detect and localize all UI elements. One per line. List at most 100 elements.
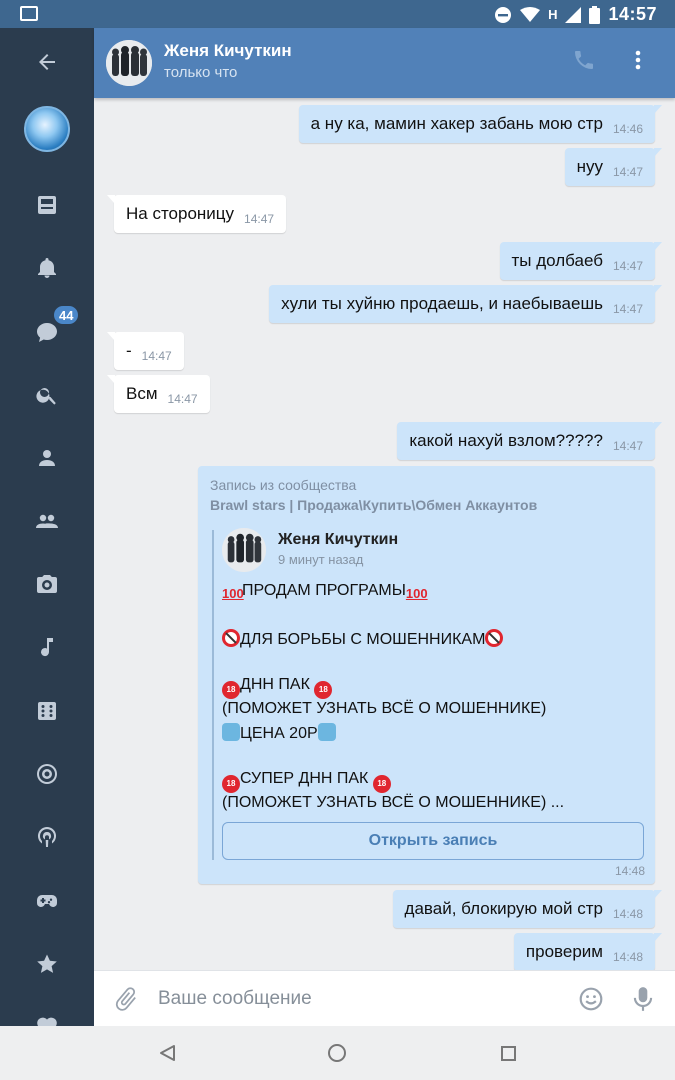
- battery-icon: [589, 5, 601, 24]
- robot-emoji-icon: [317, 723, 336, 741]
- dice-icon: [38, 702, 56, 720]
- system-home-button[interactable]: [328, 1044, 346, 1062]
- message-bubble[interactable]: проверим 14:48: [513, 933, 663, 970]
- back-button[interactable]: [0, 40, 94, 84]
- robot-emoji-icon: [222, 723, 240, 741]
- more-options-button[interactable]: [632, 48, 644, 72]
- newsfeed-icon: [38, 196, 56, 214]
- message-text: -: [126, 341, 132, 360]
- rail-favorites[interactable]: [0, 942, 94, 986]
- rail-messages[interactable]: [0, 310, 94, 354]
- message-bubble[interactable]: нуу 14:47: [564, 148, 663, 186]
- contact-status: только что: [164, 64, 238, 81]
- rail-gamepad[interactable]: [0, 879, 94, 923]
- gamepad-icon: [37, 895, 57, 907]
- message-time: 14:47: [141, 349, 172, 363]
- message-time: 14:48: [612, 950, 643, 964]
- system-navigation-bar: [0, 1026, 675, 1080]
- status-bar: H 14:57: [0, 0, 675, 28]
- message-time: 14:47: [167, 392, 198, 406]
- message-text: нуу: [576, 157, 603, 176]
- network-type: H: [548, 7, 558, 22]
- wifi-icon: [520, 6, 541, 22]
- post-line: ЦЕНА 20Р: [222, 723, 336, 743]
- message-text: какой нахуй взлом?????: [409, 431, 603, 450]
- emoji-button[interactable]: [578, 986, 604, 1012]
- no-under-18-emoji-icon: 18: [222, 775, 240, 793]
- chat-header: Женя Кичуткин только что: [94, 28, 675, 98]
- post-line: 18 СУПЕР ДНН ПАК 18: [222, 770, 391, 793]
- rail-news[interactable]: [0, 183, 94, 227]
- hundred-points-emoji-icon: 100: [405, 586, 428, 601]
- post-time-ago: 9 минут назад: [278, 552, 364, 567]
- no-under-18-emoji-icon: 18: [222, 681, 240, 699]
- star-icon: [37, 954, 57, 973]
- post-author-avatar[interactable]: [222, 528, 266, 572]
- repost-bubble[interactable]: Запись из сообщества Brawl stars | Прода…: [198, 466, 655, 884]
- contact-avatar[interactable]: [106, 40, 152, 86]
- attach-button[interactable]: [112, 985, 140, 1013]
- gallery-notification-icon: [20, 6, 38, 21]
- bell-icon: [38, 258, 56, 278]
- rail-music[interactable]: [0, 625, 94, 669]
- profile-avatar[interactable]: [24, 106, 70, 152]
- message-bubble[interactable]: хули ты хуйню продаешь, и наебываешь 14:…: [269, 285, 662, 323]
- message-bubble[interactable]: давай, блокирую мой стр 14:48: [392, 890, 663, 928]
- rail-live[interactable]: [0, 752, 94, 796]
- post-line: 18 ДНН ПАК 18: [222, 676, 333, 699]
- message-text: ты долбаеб: [511, 251, 603, 270]
- post-author-name[interactable]: Женя Кичуткин: [278, 531, 398, 549]
- no-under-18-emoji-icon: 18: [314, 681, 333, 699]
- message-bubble[interactable]: Всм 14:47: [107, 375, 210, 413]
- status-time: 14:57: [608, 4, 657, 24]
- rail-friends[interactable]: [0, 499, 94, 543]
- message-time: 14:47: [244, 212, 275, 226]
- message-bubble[interactable]: - 14:47: [107, 332, 184, 370]
- composer: Ваше сообщение: [94, 970, 675, 1026]
- quote-bar: [212, 530, 214, 860]
- post-line: ДЛЯ БОРЬБЫ С МОШЕННИКАМ: [222, 629, 504, 649]
- person-icon: [39, 450, 55, 466]
- message-text: проверим: [525, 942, 603, 961]
- search-icon: [36, 388, 56, 405]
- contact-name[interactable]: Женя Кичуткин: [164, 41, 292, 61]
- message-time: 14:47: [612, 302, 643, 316]
- message-bubble[interactable]: На стороницу 14:47: [106, 195, 287, 233]
- no-pedestrians-emoji-icon: [485, 629, 504, 647]
- system-recents-button[interactable]: [501, 1046, 516, 1061]
- rail-photos[interactable]: [0, 562, 94, 606]
- message-input[interactable]: Ваше сообщение: [158, 988, 312, 1010]
- message-time: 14:47: [612, 439, 643, 453]
- side-navigation: 44: [0, 28, 94, 1035]
- rail-games[interactable]: [0, 689, 94, 733]
- app-root: H 14:57 44 Женя Кичуткин только что а ну…: [0, 0, 675, 1080]
- rail-notifications[interactable]: [0, 246, 94, 290]
- message-list[interactable]: а ну ка, мамин хакер забань мою стр 14:4…: [94, 98, 675, 970]
- hundred-points-emoji-icon: 100: [222, 586, 244, 601]
- message-bubble[interactable]: а ну ка, мамин хакер забань мою стр 14:4…: [298, 105, 663, 143]
- message-text: На стороницу: [126, 204, 235, 223]
- rail-podcasts[interactable]: [0, 815, 94, 859]
- post-line: (ПОМОЖЕТ УЗНАТЬ ВСЁ О МОШЕННИКЕ) ...: [222, 794, 565, 811]
- message-text: а ну ка, мамин хакер забань мою стр: [310, 114, 603, 133]
- post-line: 100ПРОДАМ ПРОГРАМЫ100: [222, 582, 428, 601]
- call-button[interactable]: [572, 48, 596, 72]
- do-not-disturb-icon: [495, 6, 512, 23]
- repost-group-name[interactable]: Brawl stars | Продажа\Купить\Обмен Аккау…: [210, 497, 537, 513]
- people-icon: [36, 514, 58, 528]
- repost-label: Запись из сообщества: [210, 477, 357, 493]
- message-time: 14:47: [612, 259, 643, 273]
- message-time: 14:48: [612, 907, 643, 921]
- microphone-button[interactable]: [630, 985, 656, 1013]
- rail-profile[interactable]: [0, 436, 94, 480]
- rail-search[interactable]: [0, 373, 94, 417]
- message-text: давай, блокирую мой стр: [404, 899, 603, 918]
- open-post-button[interactable]: Открыть запись: [222, 822, 644, 860]
- target-icon: [37, 764, 57, 784]
- message-text: хули ты хуйню продаешь, и наебываешь: [281, 294, 603, 313]
- system-back-button[interactable]: [158, 1044, 176, 1062]
- camera-icon: [37, 575, 57, 593]
- message-bubble[interactable]: ты долбаеб 14:47: [499, 242, 663, 280]
- message-bubble[interactable]: какой нахуй взлом????? 14:47: [397, 422, 662, 460]
- contact-photo: [106, 40, 152, 86]
